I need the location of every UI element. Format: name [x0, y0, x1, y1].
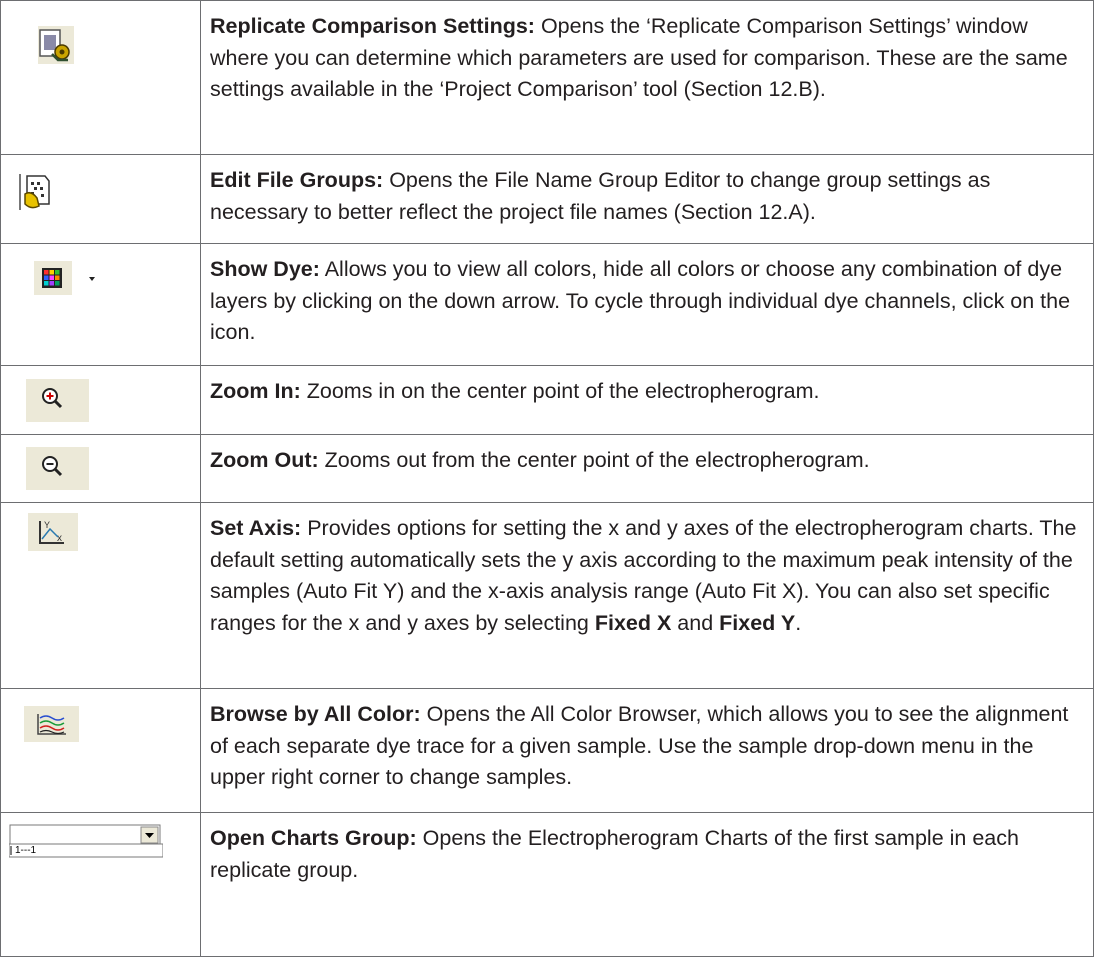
item-description: Zooms in on the center point of the elec… [306, 379, 820, 403]
icon-cell: Y x [0, 502, 201, 689]
set-axis-icon[interactable]: Y x [28, 513, 78, 551]
item-title: Show Dye: [210, 257, 320, 281]
icon-cell [0, 688, 201, 813]
charts-group-dropdown-value: 1---1 [15, 845, 37, 856]
description-cell: Replicate Comparison Settings: Opens the… [200, 0, 1094, 155]
description-cell: Edit File Groups: Opens the File Name Gr… [200, 154, 1094, 244]
description-cell: Zoom Out: Zooms out from the center poin… [200, 434, 1094, 503]
item-title: Open Charts Group: [210, 826, 417, 850]
description-cell: Browse by All Color: Opens the All Color… [200, 688, 1094, 813]
sentence-end: . [795, 610, 802, 635]
table-row: Browse by All Color: Opens the All Color… [0, 688, 1094, 813]
table-row: Y x Set Axis: Provides options for setti… [0, 502, 1094, 689]
zoom-in-icon[interactable] [26, 379, 89, 422]
item-title: Browse by All Color: [210, 702, 421, 726]
svg-text:x: x [57, 533, 62, 544]
description-cell: Set Axis: Provides options for setting t… [200, 502, 1094, 689]
icon-cell [0, 0, 201, 155]
item-title: Edit File Groups: [210, 168, 384, 192]
item-title: Zoom In: [210, 379, 301, 403]
table-row: Zoom Out: Zooms out from the center poin… [0, 434, 1094, 503]
all-color-browser-icon[interactable] [24, 706, 79, 742]
item-title: Zoom Out: [210, 448, 319, 472]
table-row: Show Dye: Allows you to view all colors,… [0, 243, 1094, 366]
show-dye-icon[interactable] [34, 261, 72, 295]
description-cell: Open Charts Group: Opens the Electropher… [200, 812, 1094, 957]
table-row: Zoom In: Zooms in on the center point of… [0, 365, 1094, 435]
conjunction-text: and [677, 610, 714, 635]
table-row: Edit File Groups: Opens the File Name Gr… [0, 154, 1094, 244]
icon-cell [0, 365, 201, 435]
chevron-down-icon[interactable] [87, 275, 97, 283]
toolbar-reference-table: Replicate Comparison Settings: Opens the… [0, 0, 1094, 957]
item-description: Zooms out from the center point of the e… [324, 448, 870, 472]
zoom-out-icon[interactable] [26, 447, 89, 490]
charts-group-dropdown[interactable]: 1---1 [9, 824, 163, 858]
icon-cell [0, 243, 201, 366]
icon-cell [0, 434, 201, 503]
item-description: Allows you to view all colors, hide all … [210, 257, 1071, 345]
description-cell: Zoom In: Zooms in on the center point of… [200, 365, 1094, 435]
fixed-y-label: Fixed Y [719, 610, 796, 635]
svg-text:Y: Y [44, 520, 50, 530]
description-cell: Show Dye: Allows you to view all colors,… [200, 243, 1094, 366]
item-title: Set Axis: [210, 516, 302, 540]
table-row: Replicate Comparison Settings: Opens the… [0, 0, 1094, 155]
fixed-x-label: Fixed X [594, 610, 672, 635]
replicate-settings-icon[interactable] [38, 26, 74, 64]
icon-cell: 1---1 [0, 812, 201, 957]
item-title: Replicate Comparison Settings: [210, 14, 535, 38]
edit-file-groups-icon[interactable] [17, 172, 53, 212]
table-row: 1---1 Open Charts Group: Opens the Elect… [0, 812, 1094, 957]
icon-cell [0, 154, 201, 244]
